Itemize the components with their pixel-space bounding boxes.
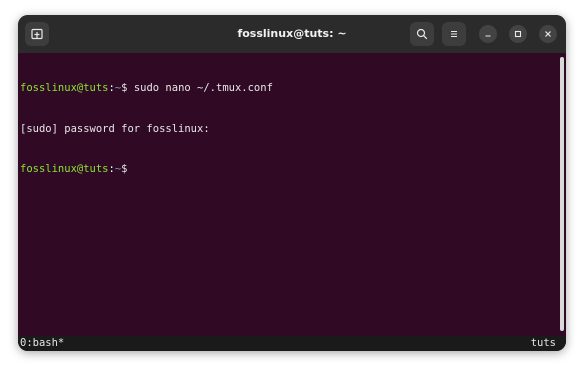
prompt-user: fosslinux@tuts	[20, 82, 109, 94]
terminal-area[interactable]: fosslinux@tuts:~$ sudo nano ~/.tmux.conf…	[18, 53, 566, 351]
command-text: sudo nano ~/.tmux.conf	[127, 82, 273, 94]
minimize-icon	[485, 35, 491, 37]
close-icon	[545, 31, 551, 37]
maximize-button[interactable]	[509, 25, 527, 43]
terminal-window: fosslinux@tuts: ~ fosslinux@tuts:~$ sudo…	[18, 15, 566, 351]
tmux-window-list[interactable]: 0:bash*	[20, 336, 64, 351]
new-tab-icon	[31, 28, 43, 40]
output-text: [sudo] password for fosslinux:	[20, 122, 210, 135]
prompt-user: fosslinux@tuts	[20, 163, 109, 175]
terminal-line: [sudo] password for fosslinux:	[20, 123, 273, 137]
hamburger-menu-icon	[451, 30, 457, 38]
prompt-symbol: $	[121, 163, 128, 175]
tmux-hostname: tuts	[530, 337, 556, 349]
maximize-icon	[514, 30, 522, 38]
terminal-line: fosslinux@tuts:~$ sudo nano ~/.tmux.conf	[20, 82, 273, 96]
tmux-status-bar: 0:bash* tuts	[18, 336, 566, 351]
search-button[interactable]	[410, 22, 434, 46]
terminal-line: fosslinux@tuts:~$	[20, 163, 273, 177]
minimize-button[interactable]	[479, 25, 497, 43]
scrollbar[interactable]	[560, 57, 564, 331]
terminal-output: fosslinux@tuts:~$ sudo nano ~/.tmux.conf…	[20, 55, 273, 204]
menu-button[interactable]	[442, 22, 466, 46]
title-bar: fosslinux@tuts: ~	[18, 15, 566, 53]
new-tab-button[interactable]	[25, 22, 49, 46]
close-button[interactable]	[539, 25, 557, 43]
search-icon	[416, 28, 428, 40]
